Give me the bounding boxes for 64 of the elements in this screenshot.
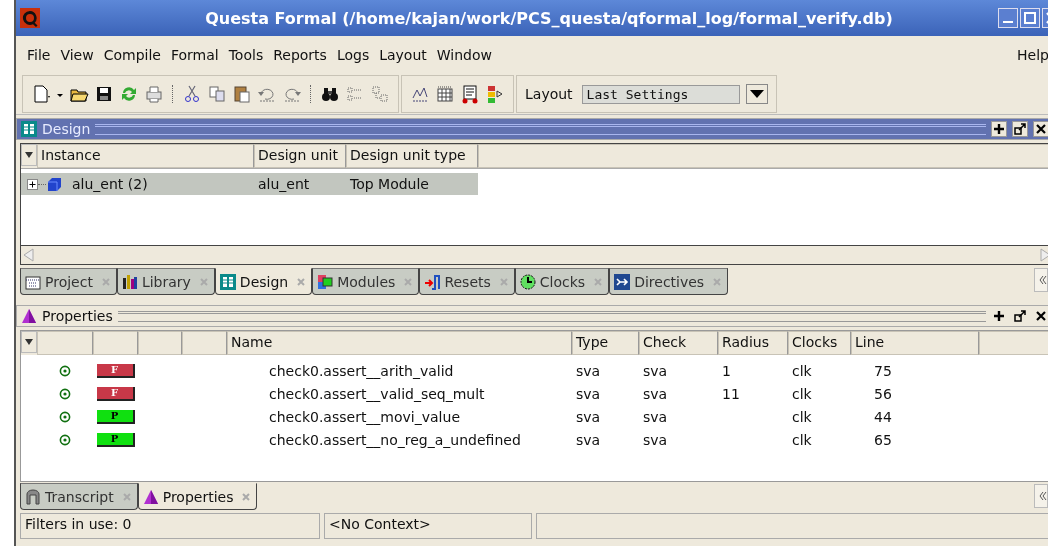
table-cell-text: sva [575, 431, 602, 448]
table-cell-text: sva [642, 362, 669, 379]
table-cell-text: check0.assert__valid_seq_mult [268, 385, 486, 402]
table-cell-text: check0.assert__no_reg_a_undefined [268, 431, 522, 448]
column-header[interactable]: Instance [37, 144, 254, 168]
column-header[interactable]: Name [227, 331, 572, 355]
status-badge: P [96, 432, 135, 447]
table-cell-text: clk [791, 362, 813, 379]
menu-item[interactable]: Window [431, 47, 497, 63]
menu-item[interactable]: File [22, 47, 56, 63]
menu-item[interactable]: View [55, 47, 99, 63]
table-cell-text: sva [575, 408, 602, 425]
menu-item[interactable]: Help [1012, 47, 1048, 63]
table-cell-text: 65 [873, 431, 893, 448]
column-header[interactable]: Check [639, 331, 718, 355]
column-header[interactable]: Radius [718, 331, 788, 355]
column-header[interactable]: Type [572, 331, 639, 355]
table-cell-text: 56 [873, 385, 893, 402]
tab[interactable]: Design [214, 268, 313, 295]
column-header[interactable]: Design unit [254, 144, 346, 168]
table-cell-text: 75 [873, 362, 893, 379]
status-badge: F [96, 386, 135, 401]
column-header[interactable]: Design unit type [346, 144, 478, 168]
column-header[interactable]: Line [851, 331, 979, 355]
status-badge: P [96, 409, 135, 424]
table-cell-text: sva [642, 408, 669, 425]
menu-item[interactable]: Layout [374, 47, 432, 63]
status-field: Filters in use: 0 [20, 513, 320, 539]
menu-item[interactable]: Tools [223, 47, 269, 63]
table-cell: 1 [722, 362, 731, 379]
table-cell-text: clk [791, 385, 813, 402]
table-cell-text: 44 [873, 408, 893, 425]
table-cell-text: sva [575, 362, 602, 379]
table-cell-text: alu_ent [257, 176, 311, 192]
menu-item[interactable]: Logs [331, 47, 375, 63]
table-cell-text: sva [642, 431, 669, 448]
instance-name: alu_ent (2) [72, 176, 148, 192]
window-title: Questa Formal (/home/kajan/work/PCS_questa/qformal_log/formal_verify.db) [204, 8, 894, 28]
table-cell-text: Top Module [349, 176, 430, 192]
layout-label: Layout [525, 86, 574, 102]
tab[interactable]: Properties [137, 483, 258, 510]
table-cell-text: sva [575, 385, 602, 402]
tab[interactable]: Library [116, 268, 215, 295]
tab[interactable]: Project [20, 268, 117, 295]
status-badge: F [96, 363, 135, 378]
table-cell-text: check0.assert__arith_valid [268, 362, 455, 379]
menu-item[interactable]: Compile [98, 47, 166, 63]
status-field: <No Context> [324, 513, 532, 539]
tab[interactable]: Transcript [20, 483, 138, 510]
table-cell-text: clk [791, 431, 813, 448]
table-cell-text: check0.assert__movi_value [268, 408, 461, 425]
tree-row[interactable]: alu_ent (2) alu_ent Top Module [21, 173, 478, 195]
panel-title: Properties [42, 308, 113, 324]
tab[interactable]: Directives [609, 268, 729, 295]
menu-item[interactable]: Reports [268, 47, 332, 63]
table-cell-text: sva [642, 385, 669, 402]
column-header[interactable]: Clocks [788, 331, 851, 355]
tab[interactable]: Resets [419, 268, 515, 295]
panel-title: Design [42, 121, 91, 137]
tab[interactable]: Clocks [514, 268, 610, 295]
table-cell-text: clk [791, 408, 813, 425]
tab[interactable]: Modules [312, 268, 420, 295]
menu-item[interactable]: Formal [165, 47, 224, 63]
table-cell: 11 [722, 385, 740, 402]
